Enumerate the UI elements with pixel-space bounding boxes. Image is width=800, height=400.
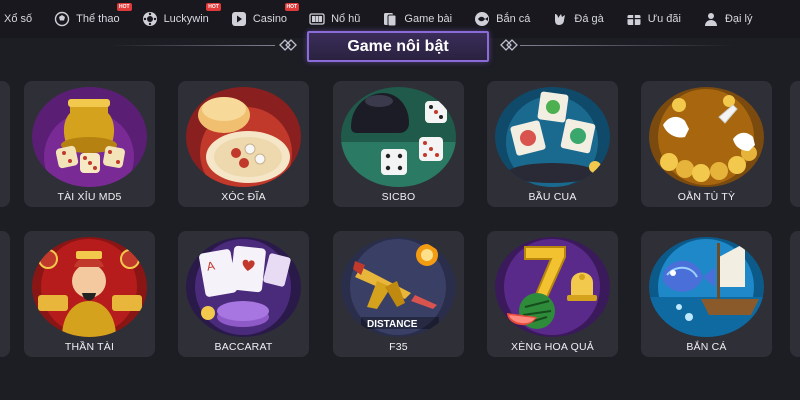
nav-item-uu-dai[interactable]: Ưu đãi	[626, 0, 681, 38]
partial-card-left	[0, 81, 10, 207]
nav-item-the-thao[interactable]: Thể thao HOT	[54, 0, 132, 38]
game-card-xeng-hoa-qua[interactable]: XÈNG HOA QUẢ	[487, 231, 618, 357]
game-title: TÀI XỈU MD5	[57, 191, 122, 203]
luckywin-icon	[142, 11, 158, 27]
header-divider-left	[110, 45, 275, 46]
game-thumbnail	[495, 87, 610, 187]
nav-item-da-ga[interactable]: Đá gà	[552, 0, 604, 38]
nav-item-dai-ly[interactable]: Đại lý	[703, 0, 753, 38]
nav-item-label: Đá gà	[574, 13, 604, 25]
game-card-tai-xiu[interactable]: TÀI XỈU MD5	[24, 81, 155, 207]
nav-item-label: Luckywin	[163, 13, 209, 25]
section-title: Game nôi bật	[307, 31, 489, 62]
game-card-oan-tu-ty[interactable]: OẰN TÙ TỲ	[641, 81, 772, 207]
diamond-ornament-right	[500, 39, 518, 51]
nav-item-xo-so[interactable]: Xổ số	[4, 0, 32, 38]
partial-card-right	[790, 231, 800, 357]
game-title: BẮN CÁ	[686, 341, 727, 353]
rooster-icon	[552, 11, 568, 27]
nav-item-label: Ưu đãi	[647, 13, 681, 25]
game-title: F35	[389, 341, 408, 353]
game-card-bau-cua[interactable]: BẦU CUA	[487, 81, 618, 207]
nav-item-luckywin[interactable]: Luckywin HOT	[142, 0, 221, 38]
partial-card-right	[790, 81, 800, 207]
game-title: BACCARAT	[214, 341, 273, 353]
hot-badge: HOT	[206, 3, 221, 11]
diamond-ornament-left	[279, 39, 297, 51]
nav-item-label: Đại lý	[724, 13, 753, 25]
header-divider-right	[520, 45, 735, 46]
game-title: XÈNG HOA QUẢ	[511, 341, 594, 353]
game-thumbnail	[186, 87, 301, 187]
nav-item-label: Xổ số	[4, 13, 33, 25]
slot-icon	[309, 11, 325, 27]
hot-badge: HOT	[284, 3, 300, 11]
game-title: OẰN TÙ TỲ	[677, 191, 736, 203]
f35-caption: DISTANCE	[367, 319, 418, 330]
gift-icon	[626, 11, 642, 27]
nav-item-casino[interactable]: Casino HOT	[231, 0, 300, 38]
game-title: BẦU CUA	[528, 191, 577, 203]
partial-card-left	[0, 231, 10, 357]
nav-item-label: Casino	[252, 13, 288, 25]
game-thumbnail: A	[186, 237, 301, 337]
play-icon	[231, 11, 247, 27]
football-icon	[54, 11, 70, 27]
game-title: THẦN TÀI	[64, 341, 115, 353]
game-title: XÓC ĐĨA	[221, 191, 266, 203]
nav-item-label: Nổ hũ	[331, 13, 361, 25]
page: { "nav": { "items": [ {"label": "Xổ số",…	[0, 0, 800, 400]
agent-icon	[703, 11, 719, 27]
game-card-f35[interactable]: DISTANCE F35	[333, 231, 464, 357]
game-thumbnail	[495, 237, 610, 337]
game-thumbnail	[341, 87, 456, 187]
cards-icon	[382, 11, 398, 27]
hot-badge: HOT	[117, 3, 132, 11]
game-thumbnail	[649, 237, 764, 337]
game-card-xoc-dia[interactable]: XÓC ĐĨA	[178, 81, 309, 207]
game-thumbnail	[649, 87, 764, 187]
game-thumbnail	[32, 87, 147, 187]
nav-item-label: Bắn cá	[496, 13, 531, 25]
nav-item-label: Thể thao	[76, 13, 120, 25]
nav-item-label: Game bài	[404, 13, 453, 25]
game-card-than-tai[interactable]: THẦN TÀI	[24, 231, 155, 357]
game-card-ban-ca[interactable]: BẮN CÁ	[641, 231, 772, 357]
game-title: SICBO	[381, 191, 416, 203]
game-card-sicbo[interactable]: SICBO	[333, 81, 464, 207]
game-card-baccarat[interactable]: A BACCARAT	[178, 231, 309, 357]
fish-icon	[474, 11, 490, 27]
game-thumbnail: DISTANCE	[341, 237, 456, 337]
game-thumbnail	[32, 237, 147, 337]
